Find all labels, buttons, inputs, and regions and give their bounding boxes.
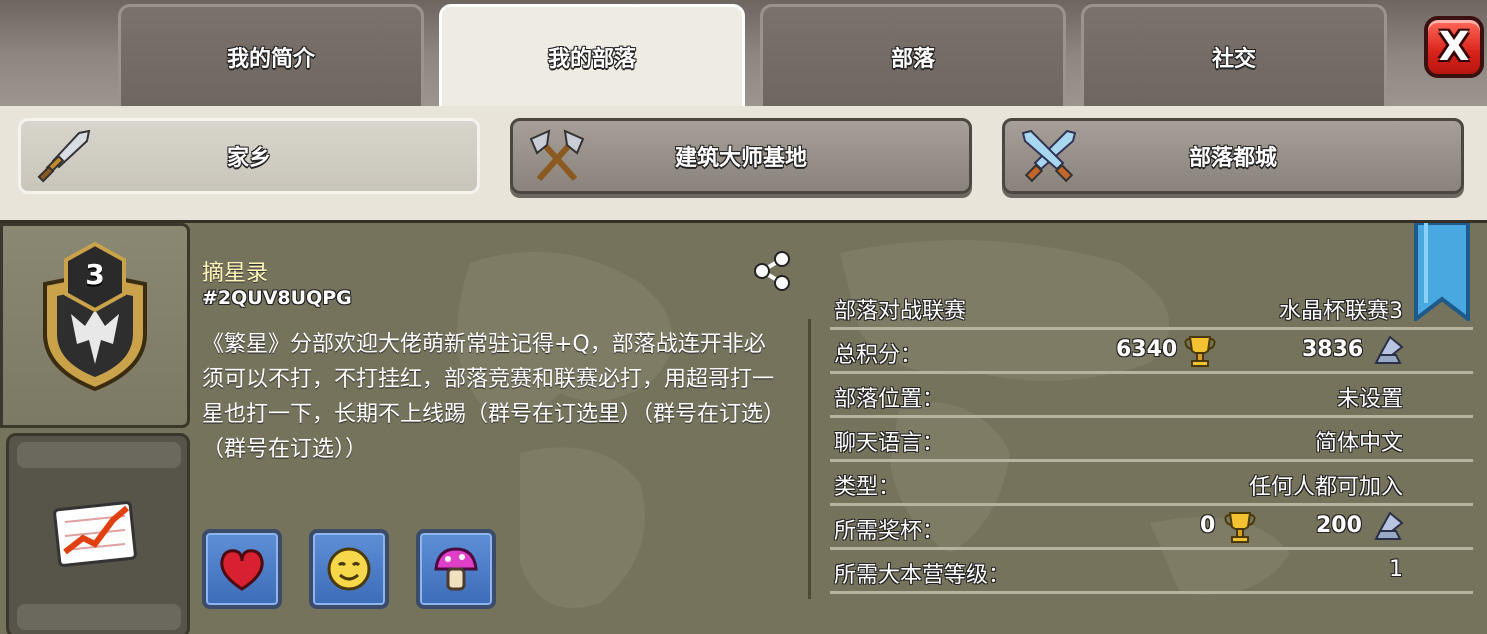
- info-row-chat-language: 聊天语言： 简体中文: [830, 419, 1473, 462]
- clan-badge-panel: 3: [0, 223, 190, 428]
- subnav-clan-capital[interactable]: 部落都城: [1002, 118, 1464, 194]
- tab-label: 我的简介: [226, 46, 315, 72]
- tab-my-clan[interactable]: 我的部落: [439, 4, 745, 106]
- type-value: 任何人都可加入: [1248, 475, 1403, 500]
- mushroom-label-icon: [434, 547, 478, 591]
- tab-label: 社交: [1211, 46, 1256, 72]
- builder-trophy-icon: [1374, 511, 1404, 540]
- clan-description: 《繁星》分部欢迎大佬萌新常驻记得+Q，部落战连开非必须可以不打，不打挂红，部落竞…: [202, 332, 775, 462]
- tab-clans[interactable]: 部落: [760, 4, 1066, 106]
- required-trophies-label: 所需奖杯：: [834, 519, 945, 544]
- trophy-icon: [1224, 512, 1256, 543]
- chart-stats-icon[interactable]: [53, 492, 143, 572]
- clan-label-heart[interactable]: [202, 529, 282, 609]
- sword-icon: [37, 129, 91, 183]
- stats-strip-top: [17, 442, 181, 468]
- location-value: 未设置: [1336, 387, 1403, 412]
- stats-strip-bottom: [17, 604, 181, 630]
- war-league-value: 水晶杯联赛3: [1279, 299, 1403, 324]
- clan-level: 3: [85, 258, 105, 291]
- required-townhall-value: 1: [1389, 557, 1403, 582]
- trophy-icon: [1184, 336, 1216, 367]
- subnav-label: 家乡: [226, 146, 271, 171]
- tab-my-profile[interactable]: 我的简介: [118, 4, 424, 106]
- tab-label: 部落: [890, 46, 935, 72]
- chat-language-label: 聊天语言：: [834, 431, 945, 456]
- close-button[interactable]: X: [1424, 16, 1484, 78]
- clan-info-panel: 3 摘星录 #2QUV8UQPG 《繁星》分部欢迎大佬萌新常驻记得+Q，部落战连…: [0, 220, 1487, 634]
- war-league-label: 部落对战联赛: [834, 299, 967, 324]
- clan-name: 摘星录: [202, 261, 269, 286]
- crossed-axes-icon: [529, 129, 585, 182]
- share-icon[interactable]: [750, 249, 794, 293]
- required-townhall-label: 所需大本营等级：: [834, 563, 1011, 588]
- close-icon: X: [1438, 24, 1470, 70]
- info-row-location: 部落位置： 未设置: [830, 375, 1473, 418]
- clan-stats-panel: [6, 433, 190, 634]
- total-points-label: 总积分：: [834, 343, 923, 368]
- builder-trophy-icon: [1374, 335, 1404, 364]
- subnav-label: 部落都城: [1188, 146, 1277, 171]
- crossed-swords-icon: [1021, 129, 1077, 183]
- total-trophies: 6340: [1116, 337, 1178, 362]
- subnav-home-village[interactable]: 家乡: [18, 118, 480, 194]
- required-trophies: 0: [1200, 513, 1216, 538]
- total-builder-trophies: 3836: [1302, 337, 1364, 362]
- info-row-war-league: 部落对战联赛 水晶杯联赛3: [830, 287, 1473, 330]
- heart-label-icon: [220, 549, 264, 591]
- required-builder-trophies: 200: [1316, 513, 1362, 538]
- clan-label-mushroom[interactable]: [416, 529, 496, 609]
- smiley-label-icon: [327, 547, 371, 591]
- subnav-label: 建筑大师基地: [674, 146, 807, 171]
- location-label: 部落位置：: [834, 387, 945, 412]
- clan-label-smiley[interactable]: [309, 529, 389, 609]
- chat-language-value: 简体中文: [1314, 431, 1403, 456]
- info-row-required-townhall: 所需大本营等级： 1: [830, 551, 1473, 594]
- tab-social[interactable]: 社交: [1081, 4, 1387, 106]
- tab-label: 我的部落: [547, 46, 636, 72]
- info-row-total-points: 总积分： 6340 3836: [830, 331, 1473, 374]
- clan-tag[interactable]: #2QUV8UQPG: [202, 287, 352, 309]
- info-row-required-trophies: 所需奖杯： 0 200: [830, 507, 1473, 550]
- type-label: 类型：: [834, 475, 901, 500]
- subnav-builder-base[interactable]: 建筑大师基地: [510, 118, 972, 194]
- info-row-type: 类型： 任何人都可加入: [830, 463, 1473, 506]
- panel-divider: [808, 319, 811, 599]
